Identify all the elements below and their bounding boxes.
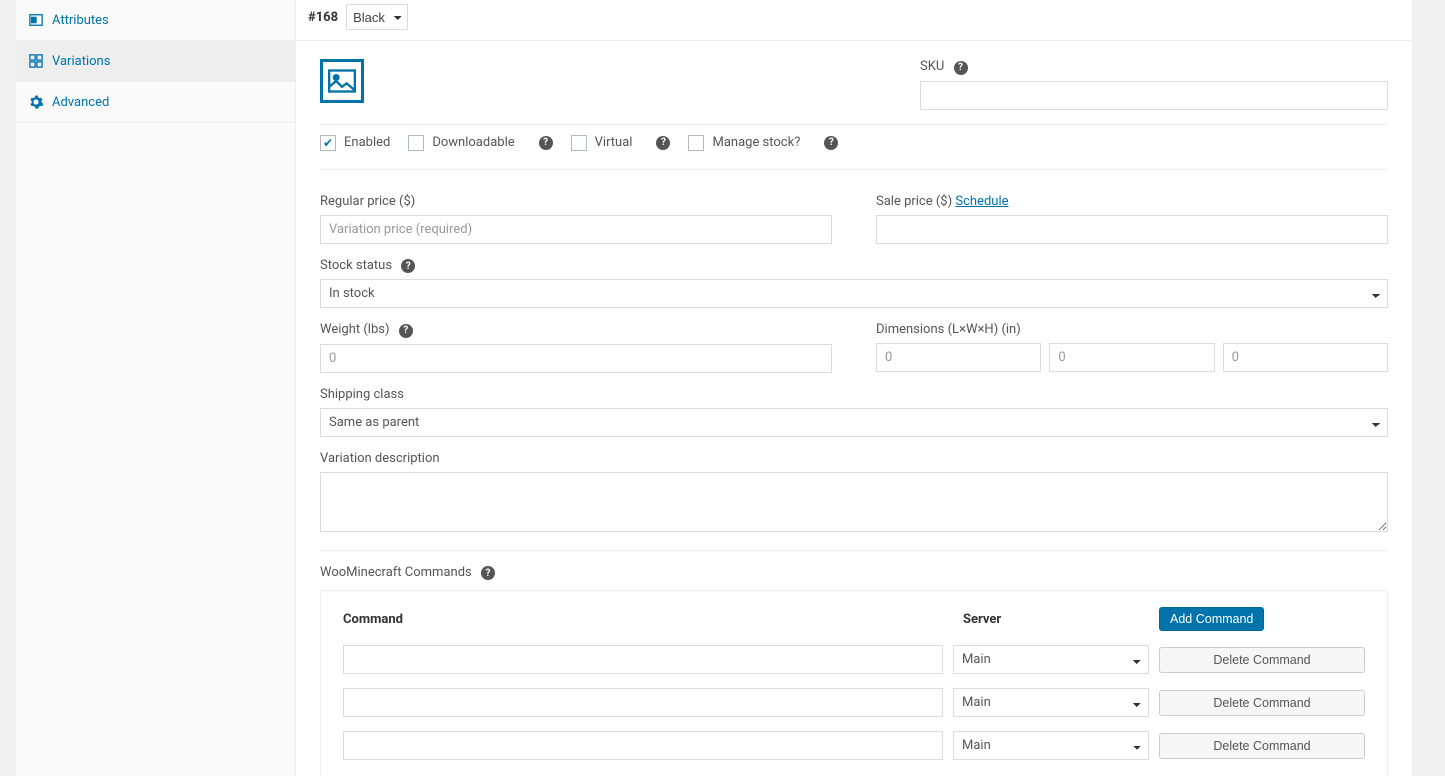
stock-status-label: Stock status: [320, 258, 1388, 274]
variations-icon: [28, 53, 44, 69]
product-data-tabs: Attributes Variations Advanced: [16, 0, 296, 776]
sidebar-item-label: Advanced: [52, 95, 109, 110]
help-icon[interactable]: [399, 324, 413, 338]
woominecraft-label: WooMinecraft Commands: [320, 565, 495, 581]
variation-header: #168 Black: [296, 0, 1412, 41]
command-server-select[interactable]: Main: [953, 731, 1149, 760]
help-icon[interactable]: [954, 61, 968, 75]
dimension-length-input[interactable]: [876, 343, 1041, 372]
sidebar-item-variations[interactable]: Variations: [16, 41, 295, 82]
variation-description-label: Variation description: [320, 451, 1388, 466]
weight-input[interactable]: [320, 344, 832, 373]
help-icon[interactable]: [539, 136, 553, 150]
variation-image-upload[interactable]: [320, 59, 364, 103]
stock-status-select[interactable]: In stock: [320, 279, 1388, 308]
sidebar-item-label: Variations: [52, 54, 110, 69]
delete-command-button[interactable]: Delete Command: [1159, 733, 1365, 759]
sidebar-item-advanced[interactable]: Advanced: [16, 82, 295, 123]
checkbox-icon: [571, 135, 587, 151]
commands-panel: Command Server Add Command Main Delete C…: [320, 590, 1388, 776]
delete-command-button[interactable]: Delete Command: [1159, 690, 1365, 716]
sidebar-item-label: Attributes: [52, 13, 109, 28]
command-row: Main Delete Command: [343, 645, 1365, 674]
manage-stock-checkbox[interactable]: Manage stock?: [688, 135, 800, 151]
commands-header-command: Command: [343, 612, 963, 627]
command-input[interactable]: [343, 645, 943, 674]
schedule-link[interactable]: Schedule: [955, 194, 1008, 209]
sale-price-input[interactable]: [876, 215, 1388, 244]
help-icon[interactable]: [401, 259, 415, 273]
attributes-icon: [28, 12, 44, 28]
sku-label: SKU: [920, 59, 1388, 75]
gear-icon: [28, 94, 44, 110]
variation-panel: #168 Black SKU: [296, 0, 1413, 776]
command-input[interactable]: [343, 731, 943, 760]
sidebar-item-attributes[interactable]: Attributes: [16, 0, 295, 41]
virtual-checkbox[interactable]: Virtual: [571, 135, 633, 151]
help-icon[interactable]: [824, 136, 838, 150]
checkbox-icon: [320, 135, 336, 151]
variation-description-textarea[interactable]: [320, 472, 1388, 532]
downloadable-checkbox[interactable]: Downloadable: [408, 135, 514, 151]
regular-price-input[interactable]: [320, 215, 832, 244]
commands-header-server: Server: [963, 612, 1159, 627]
dimension-width-input[interactable]: [1049, 343, 1214, 372]
enabled-checkbox[interactable]: Enabled: [320, 135, 390, 151]
help-icon[interactable]: [481, 566, 495, 580]
checkbox-icon: [408, 135, 424, 151]
command-server-select[interactable]: Main: [953, 688, 1149, 717]
sku-input[interactable]: [920, 81, 1388, 110]
delete-command-button[interactable]: Delete Command: [1159, 647, 1365, 673]
shipping-class-select[interactable]: Same as parent: [320, 408, 1388, 437]
add-command-button[interactable]: Add Command: [1159, 607, 1264, 631]
command-input[interactable]: [343, 688, 943, 717]
variation-id: #168: [308, 10, 338, 25]
command-row: Main Delete Command: [343, 731, 1365, 760]
variation-attribute-select[interactable]: Black: [346, 4, 408, 30]
command-row: Main Delete Command: [343, 688, 1365, 717]
weight-label: Weight (lbs): [320, 322, 832, 338]
variation-options-row: Enabled Downloadable Virtual Manage s: [320, 124, 1388, 170]
shipping-class-label: Shipping class: [320, 387, 1388, 402]
dimensions-label: Dimensions (L×W×H) (in): [876, 322, 1388, 337]
dimension-height-input[interactable]: [1223, 343, 1388, 372]
checkbox-icon: [688, 135, 704, 151]
command-server-select[interactable]: Main: [953, 645, 1149, 674]
help-icon[interactable]: [656, 136, 670, 150]
sale-price-label: Sale price ($) Schedule: [876, 194, 1388, 209]
regular-price-label: Regular price ($): [320, 194, 832, 209]
